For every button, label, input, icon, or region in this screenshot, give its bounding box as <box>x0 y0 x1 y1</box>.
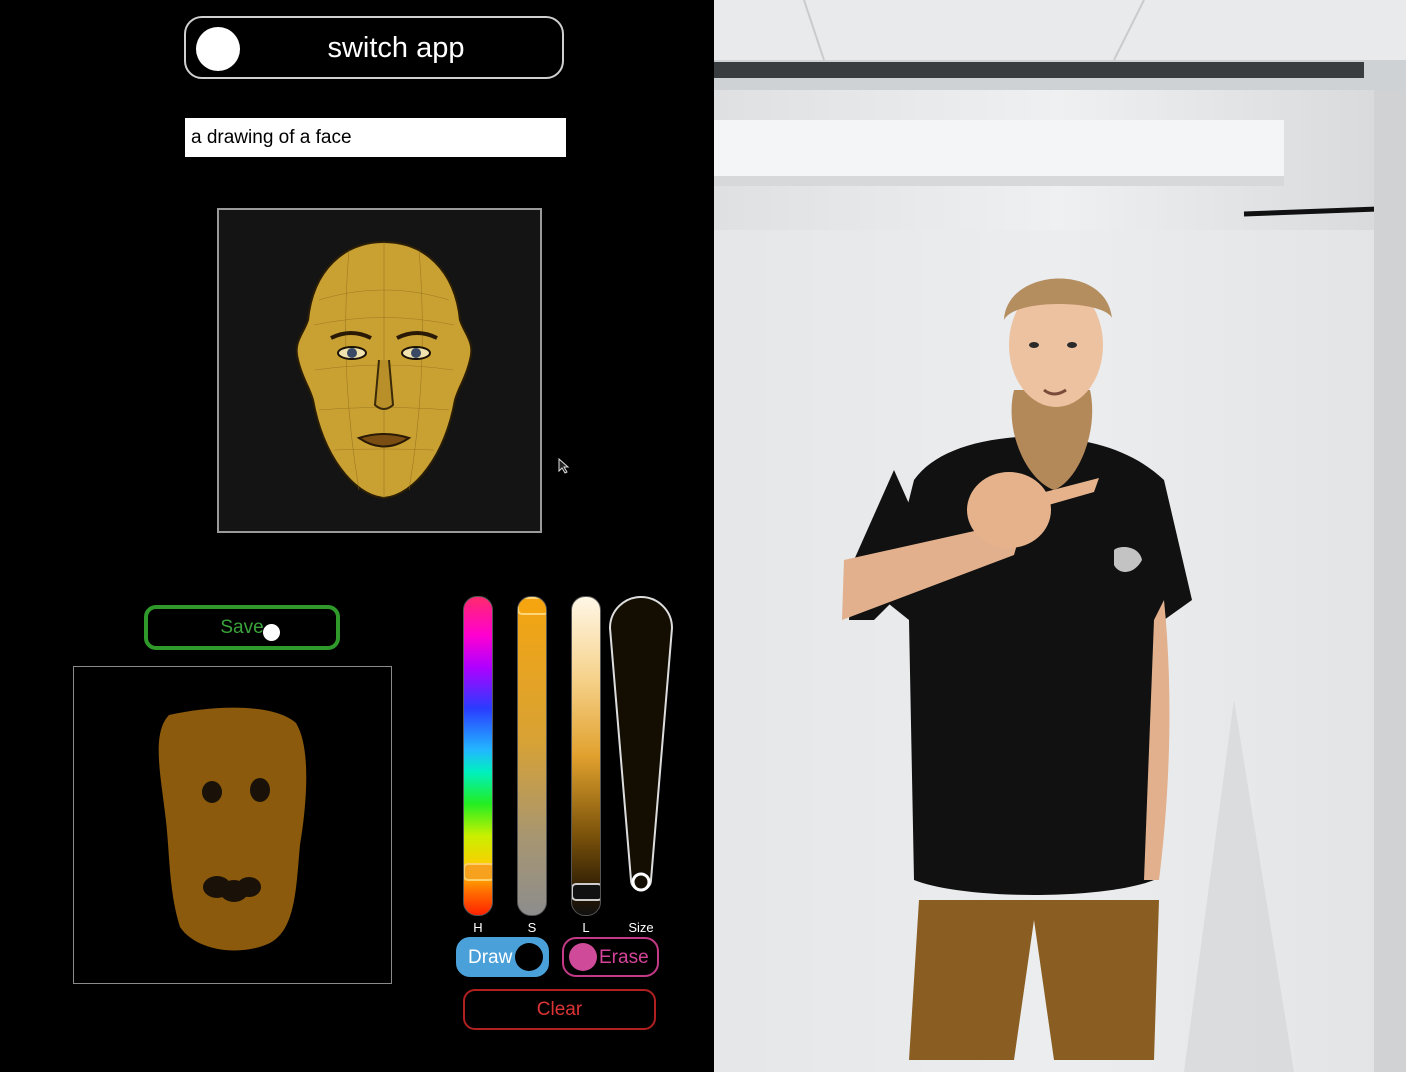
mouse-cursor-icon <box>558 458 570 474</box>
draw-mode-button[interactable]: Draw <box>456 937 549 977</box>
toggle-knob-icon <box>515 943 543 971</box>
prompt-input[interactable] <box>185 118 566 157</box>
saturation-handle[interactable] <box>518 597 546 615</box>
switch-app-label: switch app <box>327 32 465 64</box>
saturation-label: S <box>527 920 537 935</box>
camera-feed <box>714 0 1406 1072</box>
saturation-slider[interactable] <box>517 596 547 916</box>
hue-label: H <box>473 920 483 935</box>
draw-label: Draw <box>468 947 513 968</box>
size-handle[interactable] <box>631 872 651 892</box>
brush-size-slider[interactable] <box>607 594 675 916</box>
clear-button[interactable]: Clear <box>463 989 656 1030</box>
drawing-app-panel: switch app Save <box>0 0 714 1072</box>
save-label: Save <box>220 617 264 638</box>
size-label: Size <box>628 920 654 935</box>
generated-image <box>217 208 542 533</box>
hue-slider[interactable] <box>463 596 493 916</box>
toggle-knob-icon <box>569 943 597 971</box>
erase-label: Erase <box>599 947 649 968</box>
clear-label: Clear <box>536 999 583 1020</box>
lightness-label: L <box>582 920 590 935</box>
save-button[interactable]: Save <box>144 605 340 650</box>
hue-handle[interactable] <box>464 863 492 881</box>
erase-mode-button[interactable]: Erase <box>562 937 659 977</box>
pointer-dot-icon <box>263 624 280 641</box>
drawing-canvas[interactable] <box>73 666 392 984</box>
switch-app-button[interactable]: switch app <box>184 16 564 79</box>
lightness-handle[interactable] <box>572 883 600 901</box>
lightness-slider[interactable] <box>571 596 601 916</box>
